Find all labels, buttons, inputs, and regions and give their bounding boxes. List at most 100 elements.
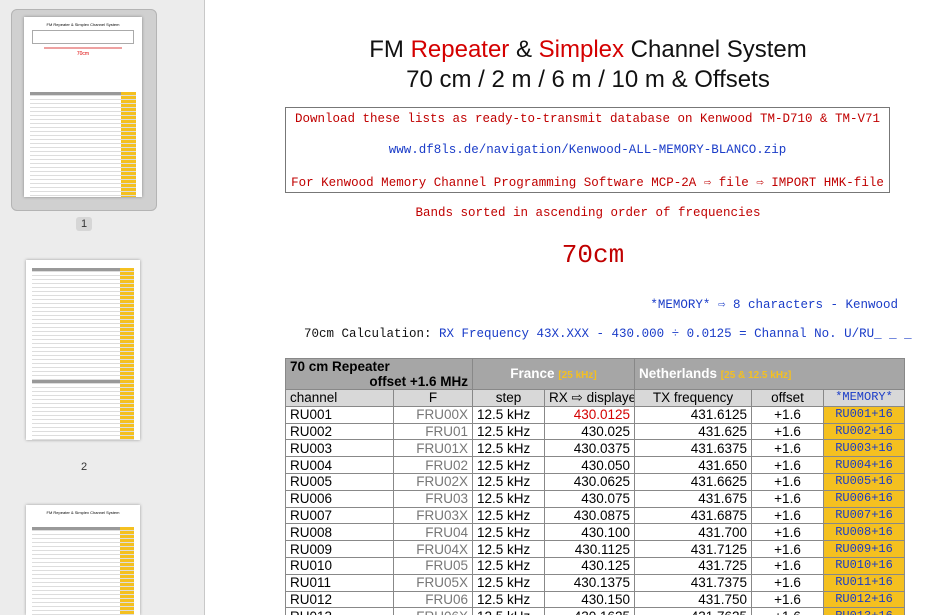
column-header-rx: RX ⇨ displayed <box>544 389 635 407</box>
table-column-header: channel F step RX ⇨ displayed TX frequen… <box>285 389 905 407</box>
offset-cell: +1.6 <box>751 405 824 424</box>
memory-cell: RU012+16 <box>823 590 905 609</box>
thumbnail-text-line <box>44 47 122 49</box>
thumbnail-sidebar: FM Repeater & Simplex Channel System 70c… <box>0 0 205 615</box>
table-offset-title: offset +1.6 MHz <box>369 374 468 389</box>
tx-cell: 431.700 <box>634 523 752 542</box>
page-thumbnail-2[interactable] <box>26 260 140 440</box>
tx-cell: 431.7125 <box>634 540 752 558</box>
rx-cell: 430.1125 <box>544 540 635 558</box>
page-thumbnail-3[interactable]: FM Repeater & Simplex Channel System <box>26 505 140 615</box>
table-row: RU012 FRU06 12.5 kHz 430.150 431.750 +1.6 RU01… <box>285 590 905 609</box>
step-cell: 12.5 kHz <box>472 472 545 491</box>
tx-cell: 431.650 <box>634 456 752 474</box>
channel-cell: RU004 <box>285 456 394 474</box>
memory-cell: RU003+16 <box>823 439 905 458</box>
table-row: RU003 FRU01X 12.5 kHz 430.0375 431.6375 +1.6 R… <box>285 439 905 458</box>
step-cell: 12.5 kHz <box>472 540 545 558</box>
f-cell: FRU01X <box>393 439 473 458</box>
step-cell: 12.5 kHz <box>472 439 545 458</box>
memory-cell: RU004+16 <box>823 456 905 474</box>
rx-cell: 430.1625 <box>544 607 635 615</box>
table-row: RU010 FRU05 12.5 kHz 430.125 431.725 +1.6 RU01… <box>285 556 905 575</box>
title-text: FM <box>369 36 411 63</box>
f-cell: FRU06 <box>393 590 473 609</box>
tx-cell: 431.6375 <box>634 439 752 458</box>
step-cell: 12.5 kHz <box>472 523 545 542</box>
channel-cell: RU011 <box>285 573 394 592</box>
thumbnail-band-label: 70cm <box>76 51 90 57</box>
rx-cell: 430.100 <box>544 523 635 542</box>
rx-cell: 430.150 <box>544 590 635 609</box>
memory-cell: RU006+16 <box>823 489 905 508</box>
f-cell: FRU05 <box>393 556 473 575</box>
france-header: France [25 kHz] <box>472 358 635 390</box>
download-text: Download these lists as ready-to-transmi… <box>294 112 881 126</box>
channel-cell: RU012 <box>285 590 394 609</box>
calculation-formula: RX Frequency 43X.XXX - 430.000 ÷ 0.0125 … <box>439 327 912 341</box>
document-page: FM Repeater & Simplex Channel System 70 … <box>205 0 940 615</box>
offset-cell: +1.6 <box>751 422 824 441</box>
page-subtitle: 70 cm / 2 m / 6 m / 10 m & Offsets <box>406 66 770 93</box>
thumbnail-title-text: FM Repeater & Simplex Channel System <box>46 22 120 27</box>
memory-cell: RU005+16 <box>823 472 905 491</box>
france-note: [25 kHz] <box>558 369 597 381</box>
thumbnail-title: FM Repeater & Simplex Channel System <box>24 17 142 27</box>
title-text: Channel System <box>624 36 807 63</box>
memory-cell: RU001+16 <box>823 405 905 424</box>
table-row: RU011 FRU05X 12.5 kHz 430.1375 431.7375 +1.6 R… <box>285 573 905 592</box>
offset-cell: +1.6 <box>751 523 824 542</box>
tx-cell: 431.675 <box>634 489 752 508</box>
download-info-box: Download these lists as ready-to-transmi… <box>285 107 890 193</box>
rx-cell: 430.075 <box>544 489 635 508</box>
calculation-label: 70cm Calculation: <box>304 327 440 341</box>
page-title: FM Repeater & Simplex Channel System <box>205 36 940 64</box>
download-link[interactable]: www.df8ls.de/navigation/Kenwood-ALL-MEMO… <box>286 143 889 157</box>
thumbnail-row <box>30 196 136 197</box>
column-header-f: F <box>393 389 473 407</box>
memory-note: *MEMORY* ⇨ 8 characters - Kenwood <box>650 298 898 312</box>
rx-cell: 430.0125 <box>544 405 635 424</box>
f-cell: FRU06X <box>393 607 473 615</box>
table-title: 70 cm Repeater <box>290 359 390 375</box>
column-header-memory: *MEMORY* <box>823 389 905 407</box>
tx-cell: 431.7625 <box>634 607 752 615</box>
offset-cell: +1.6 <box>751 556 824 575</box>
table-title-cell: 70 cm Repeater offset +1.6 MHz <box>285 358 473 390</box>
rx-cell: 430.0375 <box>544 439 635 458</box>
rx-cell: 430.1375 <box>544 573 635 592</box>
offset-cell: +1.6 <box>751 506 824 525</box>
offset-cell: +1.6 <box>751 472 824 491</box>
netherlands-header: Netherlands [25 & 12.5 kHz] <box>634 358 905 390</box>
tx-cell: 431.625 <box>634 422 752 441</box>
f-cell: FRU02X <box>393 472 473 491</box>
memory-cell: RU010+16 <box>823 556 905 575</box>
thumbnail-table <box>30 92 136 197</box>
title-text: & <box>509 36 539 63</box>
channel-cell: RU013 <box>285 607 394 615</box>
table-row: RU007 FRU03X 12.5 kHz 430.0875 431.6875 +1.6 R… <box>285 506 905 525</box>
tx-cell: 431.7375 <box>634 573 752 592</box>
page-thumbnail-1[interactable]: FM Repeater & Simplex Channel System 70c… <box>24 17 142 197</box>
offset-cell: +1.6 <box>751 607 824 615</box>
rx-cell: 430.025 <box>544 422 635 441</box>
table-row: RU008 FRU04 12.5 kHz 430.100 431.700 +1.6 RU00… <box>285 523 905 542</box>
f-cell: FRU05X <box>393 573 473 592</box>
title-repeater: Repeater <box>410 36 510 63</box>
tx-cell: 431.725 <box>634 556 752 575</box>
thumbnail-title-text: FM Repeater & Simplex Channel System <box>46 510 120 515</box>
calculation-line: 70cm Calculation: RX Frequency 43X.XXX -… <box>304 327 912 341</box>
rx-cell: 430.050 <box>544 456 635 474</box>
memory-cell: RU007+16 <box>823 506 905 525</box>
channel-cell: RU010 <box>285 556 394 575</box>
memory-cell: RU002+16 <box>823 422 905 441</box>
rx-cell: 430.0625 <box>544 472 635 491</box>
page-number-1: 1 <box>76 217 92 231</box>
tx-cell: 431.750 <box>634 590 752 609</box>
rx-cell: 430.0875 <box>544 506 635 525</box>
step-cell: 12.5 kHz <box>472 489 545 508</box>
offset-cell: +1.6 <box>751 439 824 458</box>
thumbnail-table <box>32 527 134 615</box>
thumbnail-table <box>32 268 134 440</box>
step-cell: 12.5 kHz <box>472 405 545 424</box>
